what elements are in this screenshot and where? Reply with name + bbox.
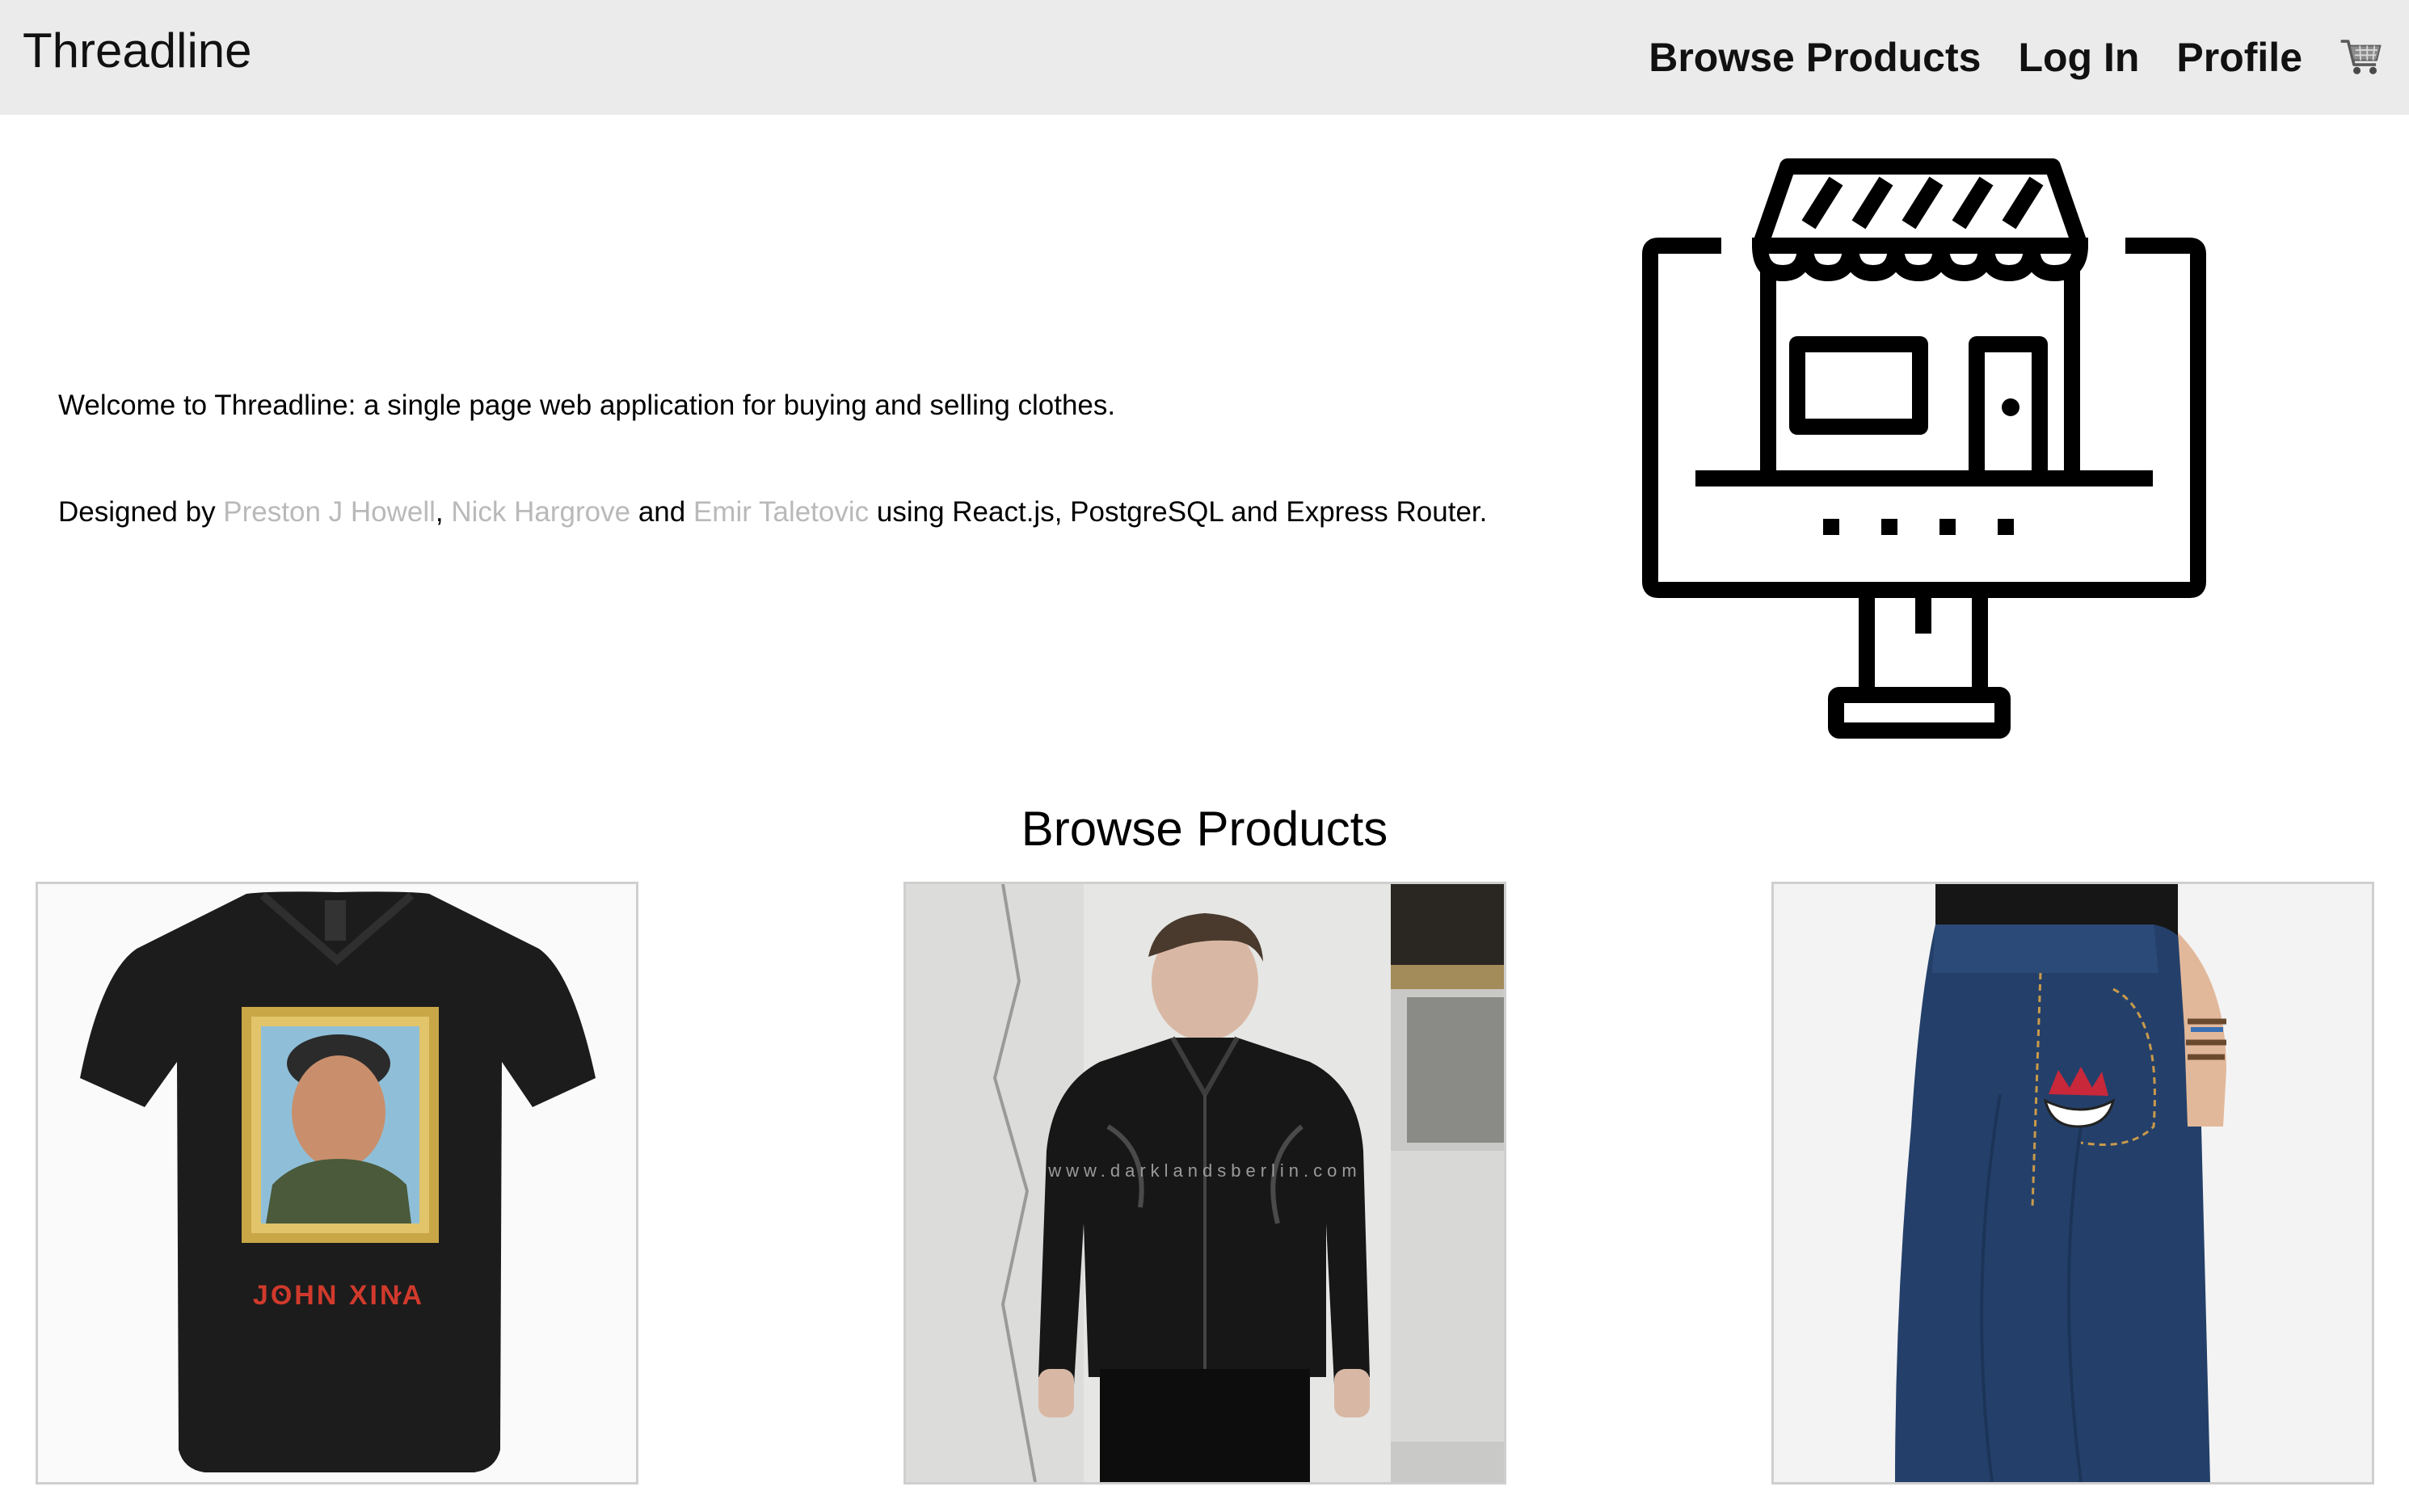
credits-separator: and (630, 496, 693, 528)
shopping-cart-icon[interactable] (2338, 34, 2385, 81)
product-card-leather-jacket[interactable]: www.darklandsberlin.com (903, 882, 1506, 1485)
nav-browse-products[interactable]: Browse Products (1649, 29, 1981, 86)
product-card-tshirt[interactable]: JOHN XINA (36, 882, 638, 1485)
nav-log-in[interactable]: Log In (2018, 29, 2139, 86)
brand-logo-link[interactable]: Threadline (23, 23, 252, 79)
welcome-text: Welcome to Threadline: a single page web… (58, 390, 1116, 421)
image-watermark: www.darklandsberlin.com (1047, 1160, 1361, 1181)
nav-links: Browse Products Log In Profile (1611, 29, 2385, 86)
credits-suffix: using React.js, PostgreSQL and Express R… (869, 496, 1488, 528)
top-navbar: Threadline Browse Products Log In Profil… (0, 0, 2409, 115)
product-card-baggy-jeans[interactable] (1771, 882, 2374, 1485)
credits-separator: , (435, 496, 452, 528)
tshirt-print-text: JOHN XINA (253, 1280, 424, 1311)
online-store-icon (1624, 155, 2222, 753)
credits-prefix: Designed by (58, 496, 224, 528)
leather-jacket-model-image: www.darklandsberlin.com (906, 884, 1504, 1482)
author-link-preston[interactable]: Preston J Howell (223, 496, 436, 528)
author-link-nick[interactable]: Nick Hargrove (451, 496, 630, 528)
black-vneck-tshirt-image: JOHN XINA (38, 884, 636, 1482)
intro-section: Welcome to Threadline: a single page web… (58, 383, 1594, 535)
nav-profile[interactable]: Profile (2176, 29, 2302, 86)
baggy-jeans-image (1774, 884, 2372, 1482)
author-link-emir[interactable]: Emir Taletovic (693, 496, 869, 528)
browse-products-heading: Browse Products (1021, 802, 1388, 856)
credits-text: Designed by Preston J Howell, Nick Hargr… (58, 490, 1594, 535)
